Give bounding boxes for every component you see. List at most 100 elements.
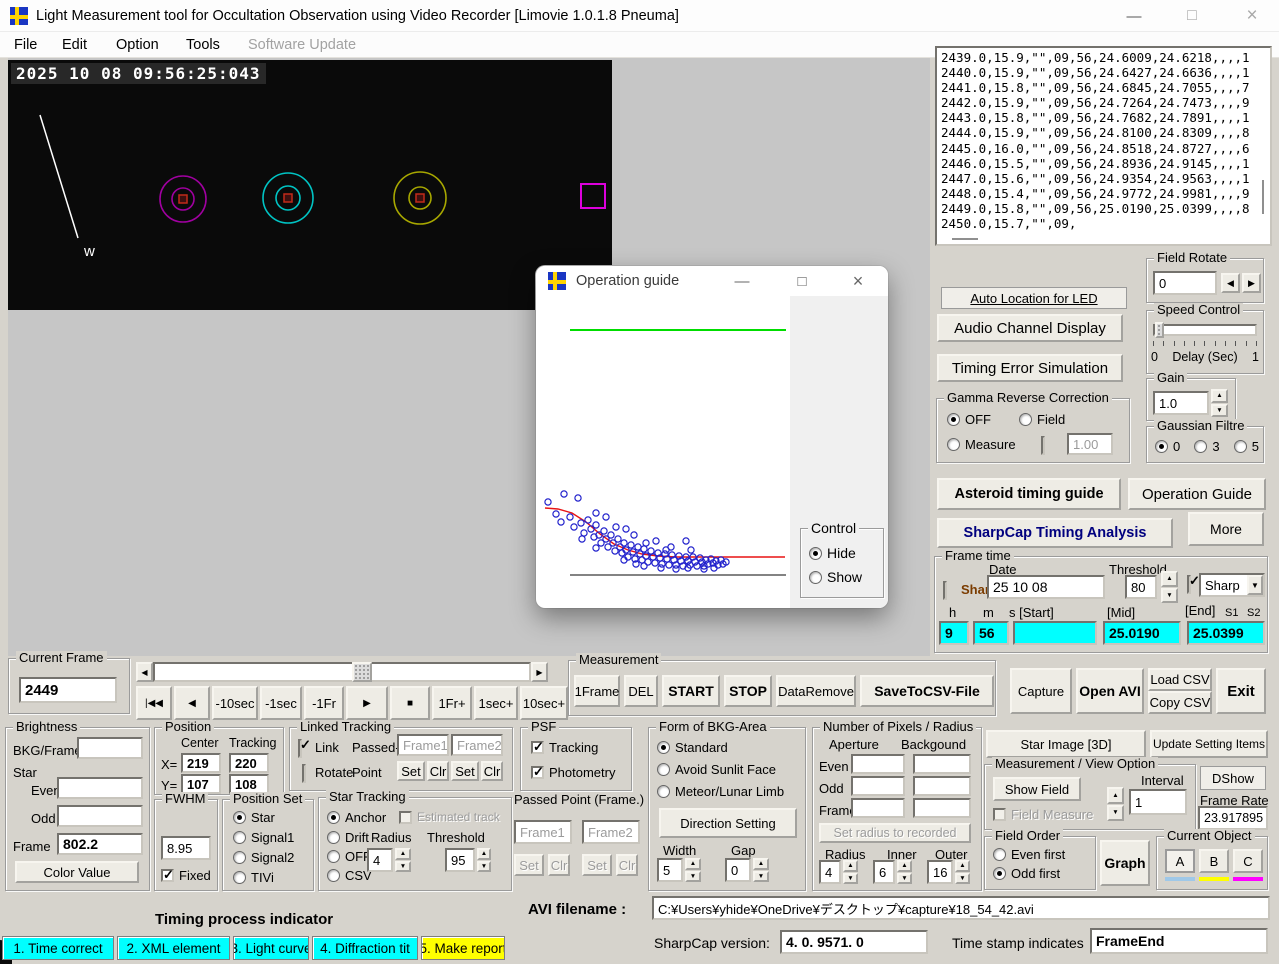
link-checkbox[interactable]	[298, 739, 302, 758]
position-set-radio-tivi[interactable]	[233, 871, 246, 884]
csv-row[interactable]: 2449.0,15.8,"",09,56,25.0190,25.0399,,,,…	[937, 201, 1270, 216]
speed-slider-thumb[interactable]	[1155, 322, 1164, 338]
threshold-spinner[interactable]: ▲ ▼	[1161, 571, 1178, 603]
timestamp-mode-field[interactable]: FrameEnd	[1090, 928, 1268, 954]
csv-row[interactable]: 2448.0,15.4,"",09,56,24.9772,24.9981,,,,…	[937, 186, 1270, 201]
background-frame-field[interactable]	[913, 798, 971, 818]
gaussian-radio-3[interactable]	[1194, 440, 1208, 453]
interval-spinner[interactable]: ▲ ▼	[1107, 787, 1124, 821]
csv-row[interactable]: 2447.0,15.6,"",09,56,24.9354,24.9563,,,,…	[937, 171, 1270, 186]
inner-spinner[interactable]: ▲ ▼	[897, 860, 912, 884]
csv-row[interactable]: 2440.0,15.9,"",09,56,24.6427,24.6636,,,,…	[937, 65, 1270, 80]
csv-row[interactable]: 2446.0,15.5,"",09,56,24.8936,24.9145,,,,…	[937, 156, 1270, 171]
psf-tracking-checkbox[interactable]	[531, 739, 544, 755]
st-radius-spinner[interactable]: ▲ ▼	[395, 848, 411, 872]
csv-row[interactable]: 2442.0,15.9,"",09,56,24.7264,24.7473,,,,…	[937, 95, 1270, 110]
gamma-off-radio[interactable]	[947, 413, 960, 426]
threshold-down-icon[interactable]: ▼	[1161, 587, 1178, 603]
csv-row[interactable]: 2450.0,15.7,"",09,	[937, 216, 1270, 231]
linked-set1-button[interactable]: Set	[397, 761, 425, 781]
set-radius-button[interactable]: Set radius to recorded	[819, 823, 971, 843]
passed-set1-button[interactable]: Set	[514, 854, 544, 876]
drift-radio[interactable]	[327, 831, 340, 844]
rotate-right-button[interactable]: ▶	[1242, 273, 1261, 293]
csv-radio[interactable]	[327, 869, 340, 882]
minimize-button[interactable]: —	[1118, 4, 1150, 28]
gap-field[interactable]: 0	[725, 858, 751, 882]
anchor-radio[interactable]	[327, 811, 340, 824]
slider-left-icon[interactable]: ◀	[136, 662, 153, 682]
capture-button[interactable]: Capture	[1010, 668, 1072, 714]
current-frame-field[interactable]: 2449	[19, 677, 117, 703]
position-set-radio-signal2[interactable]	[233, 851, 246, 864]
transport-button-[interactable]: ■	[390, 686, 430, 720]
avi-filename-field[interactable]: C:¥Users¥yhide¥OneDrive¥デスクトップ¥capture¥1…	[652, 896, 1270, 920]
width-field[interactable]: 5	[657, 858, 683, 882]
load-csv-button[interactable]: Load CSV	[1148, 668, 1212, 691]
linked-clr1-button[interactable]: Clr	[427, 761, 449, 781]
minutes-field[interactable]: 56	[973, 621, 1009, 645]
more-button[interactable]: More	[1188, 512, 1264, 546]
operation-guide-window[interactable]: Operation guide — □ × Control Hide Show	[536, 266, 888, 608]
csv-row[interactable]: 2439.0,15.9,"",09,56,24.6009,24.6218,,,,…	[937, 50, 1270, 65]
linked-clr2-button[interactable]: Clr	[481, 761, 503, 781]
transport-button-10sec[interactable]: -10sec	[212, 686, 258, 720]
aperture-odd-field[interactable]	[851, 776, 905, 796]
rotate-checkbox[interactable]	[302, 764, 306, 783]
csv-row[interactable]: 2444.0,15.9,"",09,56,24.8100,24.8309,,,,…	[937, 125, 1270, 140]
csv-row[interactable]: 2445.0,16.0,"",09,56,24.8518,24.8727,,,,…	[937, 141, 1270, 156]
menu-file[interactable]: File	[14, 37, 37, 53]
horizontal-scrollbar-thumb[interactable]	[952, 238, 978, 240]
radius-field[interactable]: 4	[819, 860, 841, 884]
tracking-x-field[interactable]: 220	[229, 753, 269, 773]
sharp-dropdown-icon[interactable]: ▼	[1247, 575, 1263, 595]
measurement-1frame-button[interactable]: 1Frame	[574, 675, 620, 707]
st-threshold-spinner[interactable]: ▲ ▼	[477, 848, 491, 872]
measurement-savetocsv-file-button[interactable]: SaveToCSV-File	[860, 675, 994, 707]
transport-button-[interactable]: ◀	[174, 686, 210, 720]
interval-field[interactable]: 1	[1129, 789, 1187, 815]
timing-error-simulation-button[interactable]: Timing Error Simulation	[937, 354, 1123, 382]
transport-button-[interactable]: ▶	[346, 686, 388, 720]
passed-frame1-field[interactable]: Frame1	[514, 820, 572, 844]
transport-button-1fr[interactable]: -1Fr	[304, 686, 344, 720]
st-radius-field[interactable]: 4	[367, 848, 393, 872]
menu-edit[interactable]: Edit	[62, 37, 87, 53]
start-field[interactable]	[1013, 621, 1097, 645]
width-spinner[interactable]: ▲ ▼	[685, 858, 701, 882]
estimated-track-checkbox[interactable]	[399, 810, 412, 824]
show-field-button[interactable]: Show Field	[993, 777, 1081, 801]
slider-track[interactable]	[153, 662, 531, 682]
object-button-b[interactable]: B	[1199, 849, 1229, 873]
transport-button-10sec[interactable]: 10sec+	[520, 686, 568, 720]
color-value-button[interactable]: Color Value	[15, 861, 139, 883]
sharp-mode-checkbox[interactable]	[1187, 575, 1191, 594]
transport-button-1sec[interactable]: -1sec	[260, 686, 302, 720]
gamma-value[interactable]: 1.00	[1067, 433, 1113, 455]
guide-minimize-button[interactable]: —	[728, 270, 756, 292]
passed-set2-button[interactable]: Set	[582, 854, 612, 876]
star-even-field[interactable]	[57, 777, 143, 799]
guide-hide-radio[interactable]	[809, 546, 822, 560]
frame-slider[interactable]: ◀ ▶	[136, 662, 548, 682]
gain-down-icon[interactable]: ▼	[1211, 403, 1228, 417]
threshold-field[interactable]: 80	[1125, 575, 1157, 599]
measurement-start-button[interactable]: START	[662, 675, 720, 707]
field-rotate-value[interactable]: 0	[1153, 271, 1217, 295]
gaussian-radio-5[interactable]	[1233, 440, 1247, 453]
video-display[interactable]: w 2025 10 08 09:56:25:043	[8, 60, 612, 310]
star-frame-field[interactable]: 802.2	[57, 833, 143, 855]
transport-button-[interactable]: |◀◀	[136, 686, 172, 720]
radius-spinner[interactable]: ▲ ▼	[843, 860, 858, 884]
measurement-stop-button[interactable]: STOP	[724, 675, 772, 707]
bkg-area-radio[interactable]	[657, 785, 670, 798]
position-set-radio-signal1[interactable]	[233, 831, 246, 844]
slider-right-icon[interactable]: ▶	[531, 662, 548, 682]
graph-button[interactable]: Graph	[1100, 840, 1150, 886]
gain-value[interactable]: 1.0	[1153, 391, 1209, 415]
gap-spinner[interactable]: ▲ ▼	[753, 858, 769, 882]
slider-thumb[interactable]	[352, 662, 372, 682]
auto-location-led-button[interactable]: Auto Location for LED	[941, 287, 1127, 309]
transport-button-1sec[interactable]: 1sec+	[474, 686, 518, 720]
guide-show-radio[interactable]	[809, 570, 822, 584]
